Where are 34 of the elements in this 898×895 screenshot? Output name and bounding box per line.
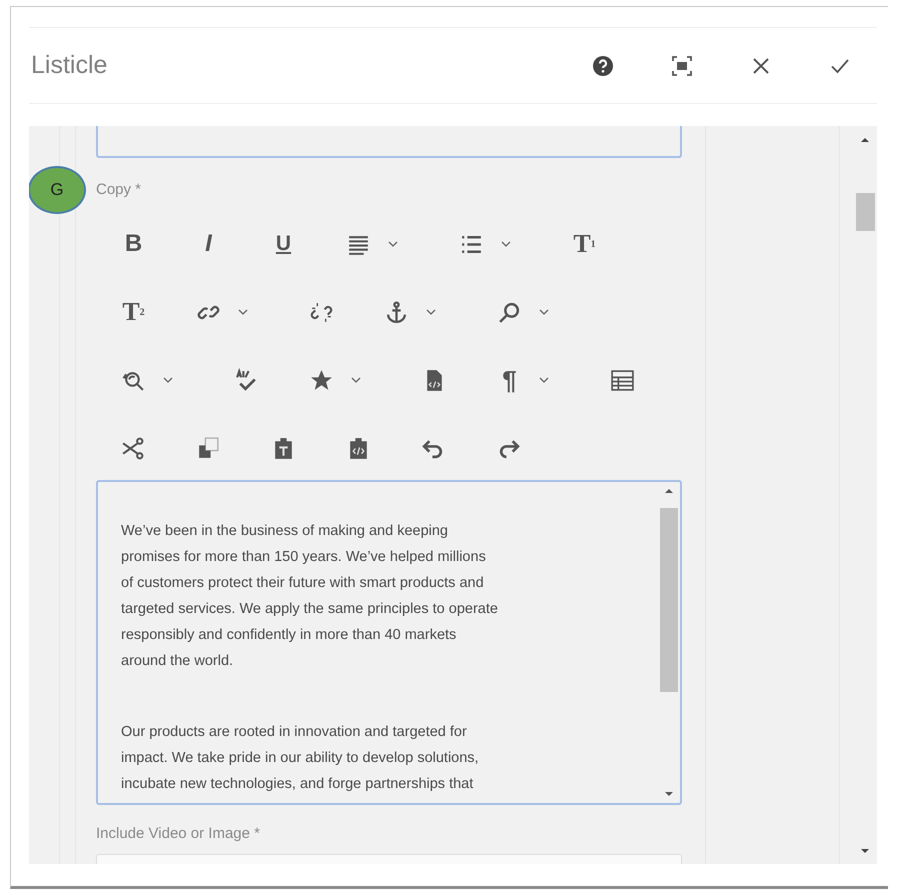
superscript-button[interactable]: T$^{2}$ [96,292,171,332]
anchor-icon [384,300,409,324]
scroll-down-icon[interactable] [860,848,870,854]
italic-button[interactable]: I [171,224,246,264]
scroll-up-icon[interactable] [860,137,870,143]
scroll-down-icon[interactable] [664,791,674,797]
dialog-title: Listicle [30,51,108,80]
caret-icon[interactable] [238,309,248,315]
caret-icon[interactable] [539,309,549,315]
scroll-up-icon[interactable] [664,488,674,494]
caret-icon[interactable] [163,377,173,383]
fullscreen-icon [670,54,694,78]
field-label: Copy * [96,180,142,198]
help-icon [591,54,615,78]
caret-icon[interactable] [539,377,549,383]
paragraph: Our products are rooted in innovation and targeted for impact. We take pride in our ability to develop solutions, incubate new technologies, and forge partnerships that [121,723,480,794]
scissors-icon [121,436,146,460]
paragraph: We’ve been in the business of making and keeping promises for more than 150 years. We’ve helped millions of customers protect their future with smart products and targeted services. We apply the same principles to operate responsibly and confidently in more than 40 markets around the world. [121,522,499,671]
caret-icon[interactable] [501,241,511,247]
caret-icon[interactable] [426,309,436,315]
scrollbar-thumb[interactable] [856,193,874,231]
copy-icon [196,436,221,460]
caret-icon[interactable] [351,377,361,383]
star-icon [309,368,334,392]
paragraph-button[interactable]: ¶ [472,360,547,400]
bold-button[interactable]: B [96,224,171,264]
scrollbar-thumb[interactable] [660,508,678,692]
rich-text-editor[interactable] [96,480,682,805]
caret-icon[interactable] [388,241,398,247]
avatar: G [29,166,86,214]
field-label: Include Video or Image * [96,825,261,842]
underline-button[interactable]: U [246,224,321,264]
table-icon [610,368,635,392]
text-field[interactable] [96,126,682,158]
